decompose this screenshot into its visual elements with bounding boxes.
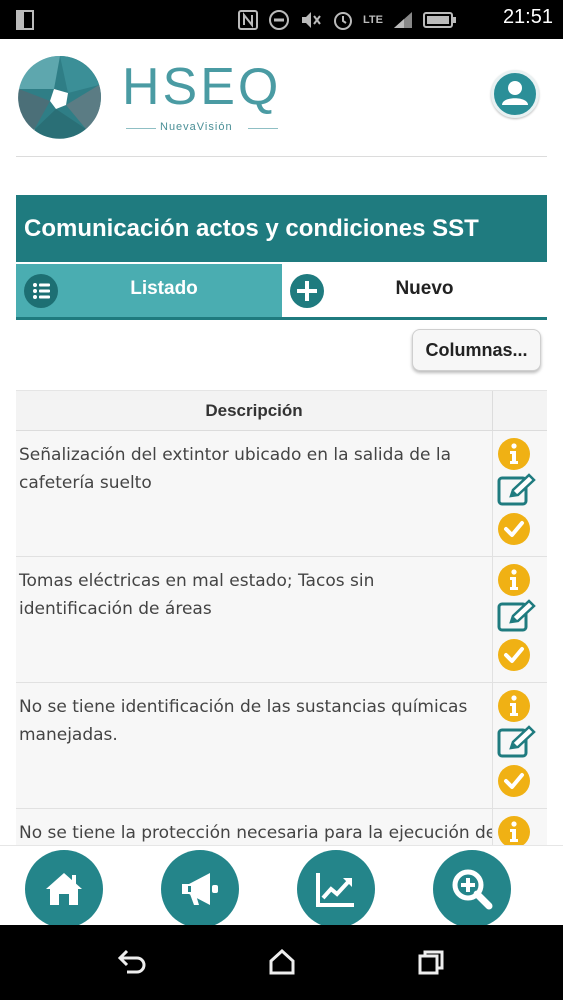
alarm-icon: [334, 12, 353, 30]
network-type-label: LTE: [363, 14, 383, 26]
table-row: Tomas eléctricas en mal estado; Tacos si…: [16, 557, 547, 683]
info-icon[interactable]: [497, 689, 531, 723]
tab-underline: [16, 317, 547, 320]
home-nav-icon[interactable]: [268, 949, 296, 975]
tab-bar: Listado Nuevo: [16, 264, 547, 320]
nav-statistics-button[interactable]: [297, 850, 375, 928]
nav-home-button[interactable]: [25, 850, 103, 928]
recents-icon[interactable]: [417, 949, 445, 975]
user-avatar-button[interactable]: [491, 70, 539, 118]
edit-icon[interactable]: [497, 599, 537, 633]
battery-icon: [423, 12, 456, 28]
table-row: No se tiene identificación de las sustan…: [16, 683, 547, 809]
info-icon[interactable]: [497, 815, 531, 845]
edit-icon[interactable]: [497, 473, 537, 507]
row-actions: [494, 557, 547, 682]
logo-subtitle: NuevaVisión: [160, 121, 233, 133]
tab-listado-label: Listado: [130, 278, 198, 299]
check-icon[interactable]: [497, 512, 531, 546]
chart-icon: [316, 873, 354, 907]
table-row: No se tiene la protección necesaria para…: [16, 809, 547, 845]
app-header: HSEQ NuevaVisión: [0, 39, 563, 157]
logo-divider: [248, 128, 278, 129]
tab-listado[interactable]: Listado: [16, 264, 282, 317]
page-title: Comunicación actos y condiciones SST: [16, 195, 547, 262]
table-row: Señalización del extintor ubicado en la …: [16, 431, 547, 557]
header-divider: [16, 156, 547, 157]
row-actions: [494, 683, 547, 808]
mute-icon: [302, 12, 321, 28]
zoom-in-icon: [452, 869, 493, 910]
table-header: Descripción: [16, 390, 547, 431]
system-nav-bar: [0, 925, 563, 1000]
info-icon[interactable]: [497, 437, 531, 471]
status-bar: LTE 21:51: [0, 0, 563, 39]
logo-divider: [126, 128, 156, 129]
home-icon: [46, 873, 82, 905]
row-description: Tomas eléctricas en mal estado; Tacos si…: [16, 557, 493, 682]
logo-icon: [18, 55, 101, 139]
columns-button[interactable]: Columnas...: [412, 329, 541, 371]
data-table: Descripción Señalización del extintor ub…: [16, 390, 547, 845]
column-header-descripcion[interactable]: Descripción: [16, 391, 493, 431]
bottom-nav: [0, 845, 563, 928]
row-actions: [494, 431, 547, 556]
edit-icon[interactable]: [497, 725, 537, 759]
nav-announcements-button[interactable]: [161, 850, 239, 928]
megaphone-icon: [182, 873, 218, 905]
row-actions: [494, 809, 547, 845]
nfc-icon: [238, 10, 259, 30]
tab-nuevo-label: Nuevo: [395, 278, 454, 299]
tab-nuevo[interactable]: Nuevo: [282, 264, 547, 317]
user-icon: [502, 81, 528, 105]
nav-search-button[interactable]: [433, 850, 511, 928]
signal-icon: [394, 12, 412, 28]
block-icon: [269, 10, 290, 30]
check-icon[interactable]: [497, 764, 531, 798]
info-icon[interactable]: [497, 563, 531, 597]
row-description: No se tiene identificación de las sustan…: [16, 683, 493, 808]
clock: 21:51: [502, 6, 553, 28]
check-icon[interactable]: [497, 638, 531, 672]
row-description: Señalización del extintor ubicado en la …: [16, 431, 493, 556]
back-icon[interactable]: [117, 949, 147, 975]
logo-text: HSEQ: [122, 58, 282, 116]
row-description: No se tiene la protección necesaria para…: [16, 809, 493, 845]
screen-icon: [16, 10, 34, 30]
